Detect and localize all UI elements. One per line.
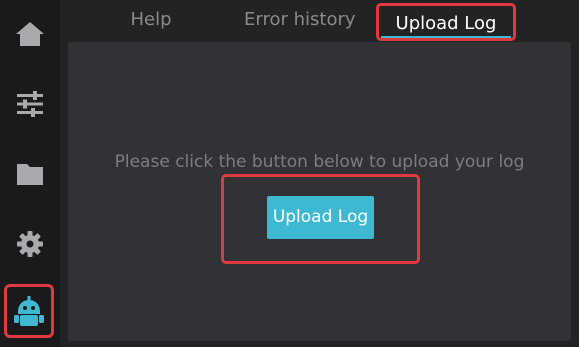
tab-help[interactable]: Help	[128, 0, 174, 40]
tab-error-history[interactable]: Error history	[244, 0, 356, 40]
robot-icon	[13, 295, 45, 327]
sidebar-item-adjustments[interactable]	[0, 76, 60, 132]
sidebar-item-files[interactable]	[0, 146, 60, 202]
sidebar	[0, 0, 60, 347]
sidebar-item-home[interactable]	[0, 6, 60, 62]
sliders-icon	[15, 91, 45, 117]
upload-instruction-text: Please click the button below to upload …	[114, 152, 525, 172]
upload-log-button[interactable]: Upload Log	[267, 196, 374, 239]
sidebar-item-settings[interactable]	[0, 216, 60, 272]
upload-log-panel: Please click the button below to upload …	[68, 42, 571, 341]
tab-bar: Help Error history Upload Log	[60, 0, 579, 41]
folder-icon	[16, 162, 44, 186]
home-icon	[15, 20, 45, 48]
gear-icon	[16, 230, 44, 258]
active-tab-indicator	[381, 36, 511, 38]
app-window: Help Error history Upload Log Please cli…	[0, 0, 579, 347]
sidebar-item-support[interactable]	[4, 284, 54, 338]
